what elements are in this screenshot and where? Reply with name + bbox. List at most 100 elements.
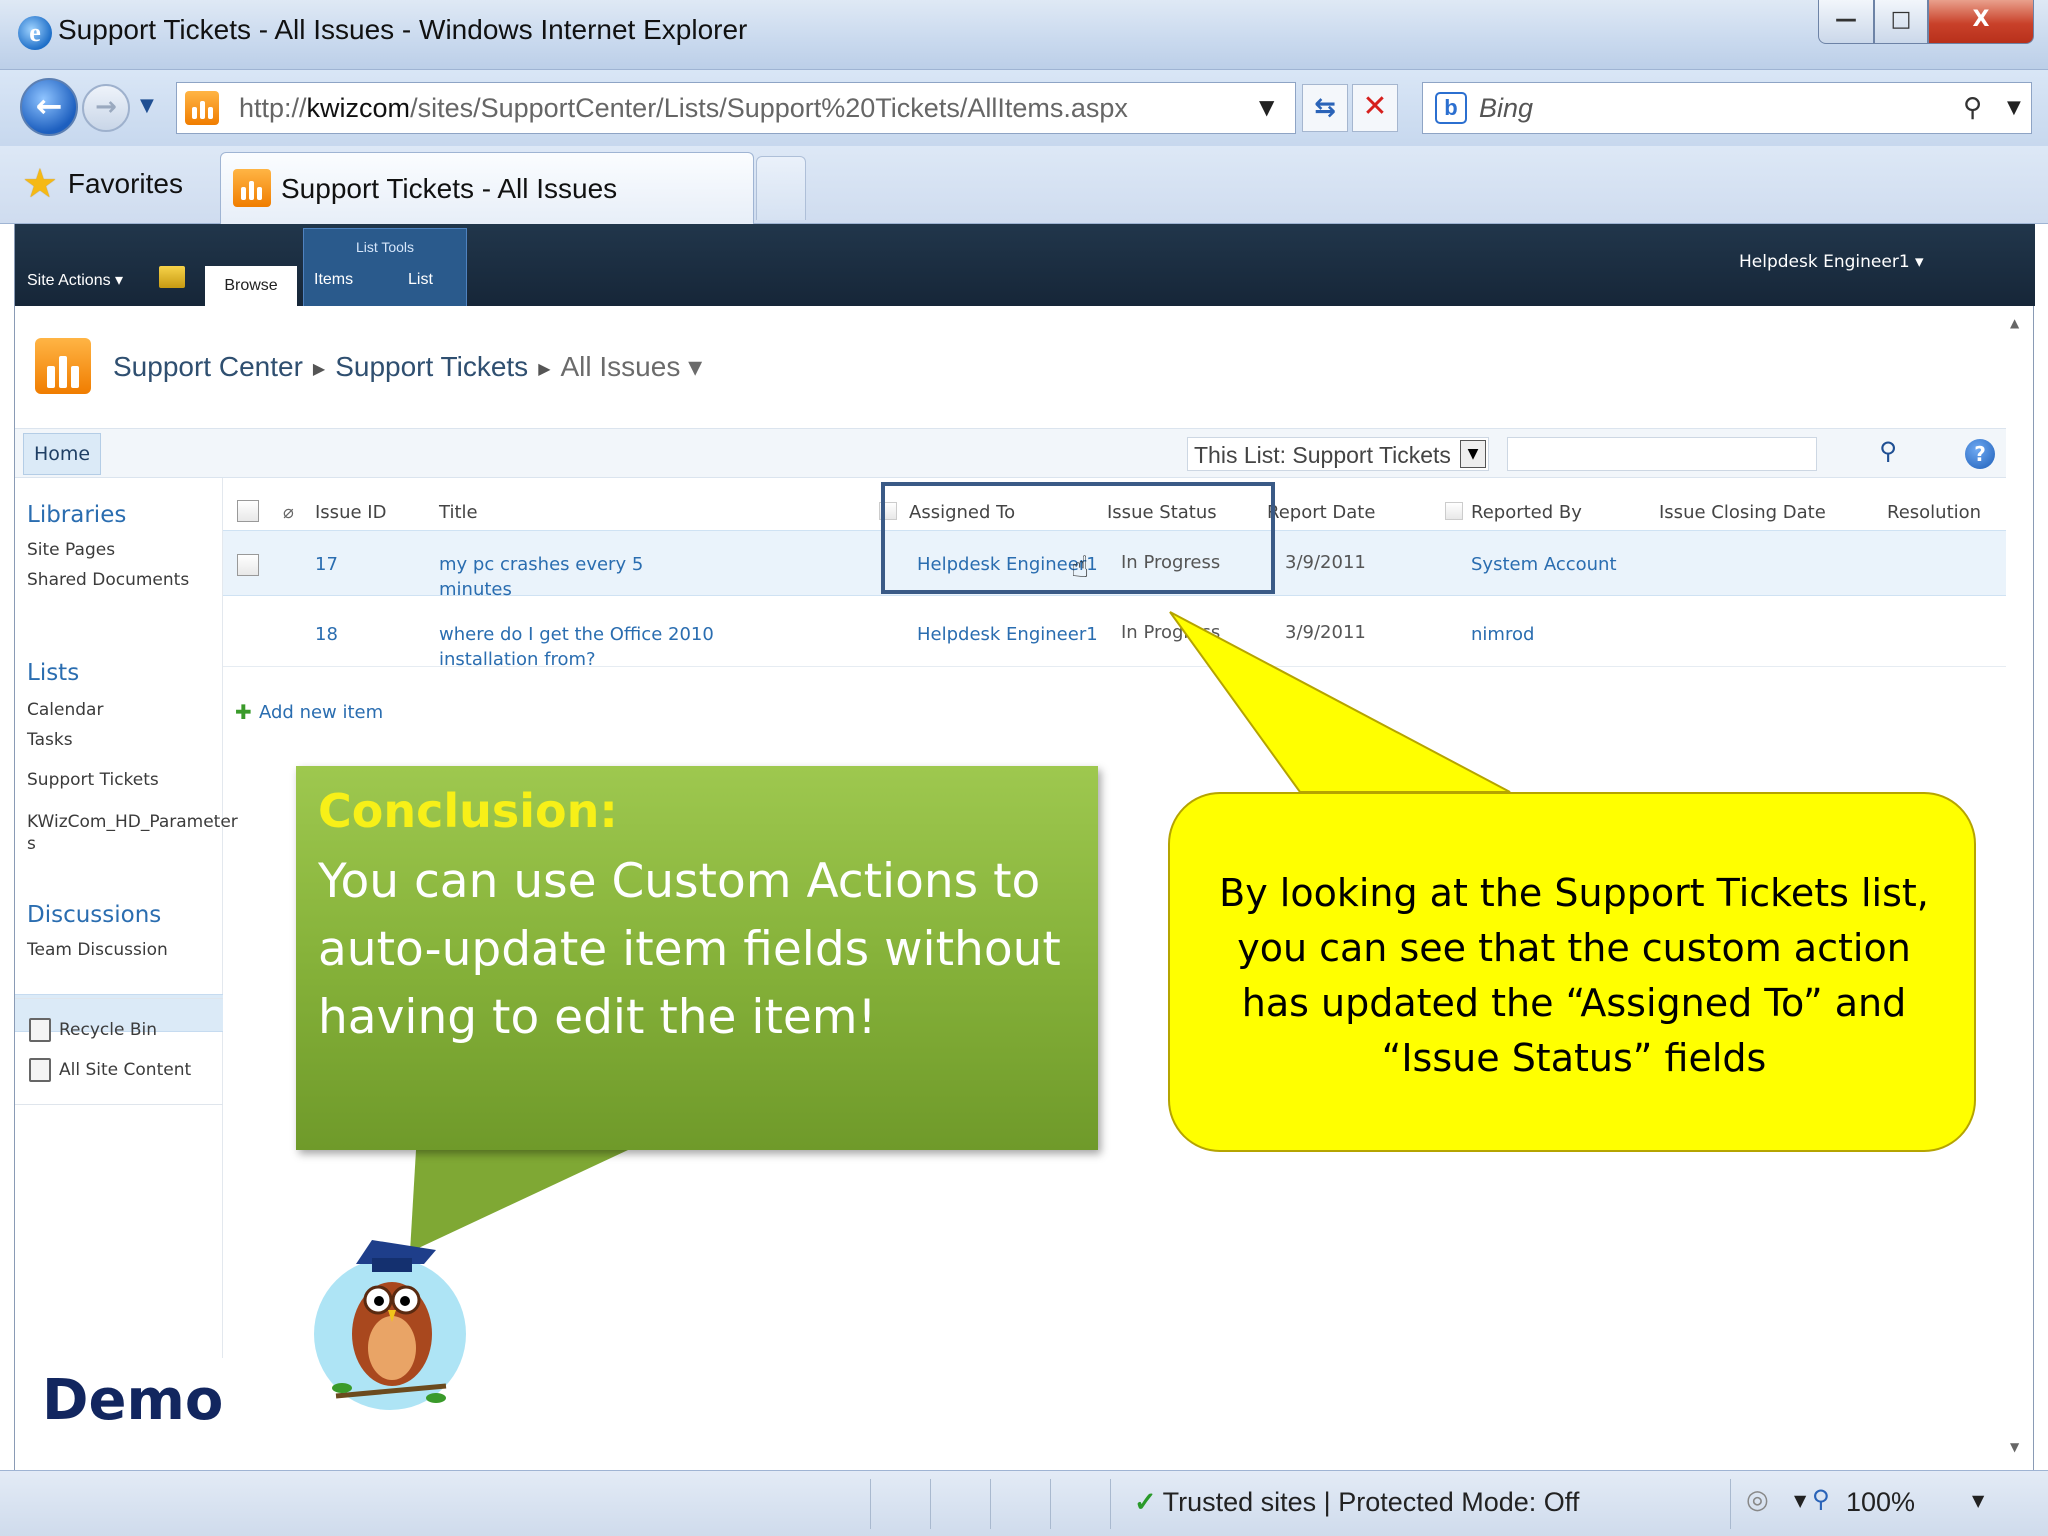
divider — [1110, 1479, 1111, 1529]
column-header-reported-by[interactable]: Reported By — [1471, 502, 1582, 523]
minimize-button[interactable]: — — [1818, 0, 1874, 44]
back-button[interactable]: ← — [20, 78, 78, 136]
add-icon: ✚ — [235, 700, 252, 724]
all-site-content-icon — [29, 1058, 51, 1082]
security-zone[interactable]: ✓ Trusted sites | Protected Mode: Off — [1134, 1487, 1579, 1518]
ql-item-calendar[interactable]: Calendar — [27, 700, 103, 720]
star-icon: ★ — [22, 161, 58, 207]
chevron-down-icon[interactable]: ▼ — [1794, 1491, 1806, 1510]
stop-button[interactable]: ✕ — [1352, 84, 1398, 132]
forward-button[interactable]: → — [82, 84, 130, 132]
select-all-checkbox[interactable] — [237, 500, 259, 522]
top-link-bar: Home This List: Support Tickets ▼ ⚲ ? — [15, 428, 2019, 478]
owl-pupil-right — [400, 1296, 410, 1306]
issue-id[interactable]: 17 — [315, 552, 338, 577]
attachment-icon: ⌀ — [283, 502, 294, 523]
new-tab-button[interactable] — [756, 156, 806, 220]
favorites-button[interactable]: ★ Favorites — [22, 160, 183, 208]
search-dropdown-icon[interactable]: ▼ — [2007, 97, 2021, 118]
window-title-bar: e Support Tickets - All Issues - Windows… — [0, 0, 2048, 70]
quick-launch: Libraries Site Pages Shared Documents Li… — [15, 478, 238, 1358]
site-search-input[interactable] — [1507, 437, 1817, 471]
column-filter-checkbox[interactable] — [1445, 502, 1463, 520]
search-scope-select[interactable]: This List: Support Tickets ▼ — [1187, 437, 1489, 471]
ql-item-team-discussion[interactable]: Team Discussion — [27, 940, 168, 960]
column-header-resolution[interactable]: Resolution — [1887, 502, 1981, 523]
owl-mascot-icon — [314, 1240, 466, 1410]
tab-home[interactable]: Home — [23, 433, 101, 475]
issue-status: In Progress — [1121, 622, 1221, 643]
breadcrumb-separator-icon: ▶ — [312, 360, 326, 378]
ql-item-support-tickets[interactable]: Support Tickets — [27, 770, 159, 790]
tab-browse[interactable]: Browse — [205, 266, 297, 306]
address-bar[interactable]: http://kwizcom/sites/SupportCenter/Lists… — [176, 82, 1296, 134]
breadcrumb-site[interactable]: Support Center — [113, 351, 303, 382]
navigate-up-icon[interactable] — [159, 266, 185, 288]
scroll-up-icon[interactable]: ▲ — [2010, 316, 2019, 330]
tab-support-tickets[interactable]: Support Tickets - All Issues — [220, 152, 754, 224]
recycle-bin-link[interactable]: Recycle Bin — [59, 1020, 157, 1040]
issue-title[interactable]: my pc crashes every 5 — [439, 552, 643, 577]
graduation-cap-base — [372, 1258, 412, 1272]
zoom-level[interactable]: 100% — [1846, 1487, 1915, 1518]
search-icon[interactable]: ⚲ — [1963, 93, 1982, 123]
close-button[interactable]: X — [1928, 0, 2034, 44]
list-tools-group: List Tools Items List — [303, 228, 467, 306]
ie-logo-icon: e — [18, 16, 52, 50]
explanation-callout: By looking at the Support Tickets list, … — [1168, 792, 1976, 1152]
ql-heading-discussions[interactable]: Discussions — [27, 902, 161, 928]
breadcrumb-list[interactable]: Support Tickets — [335, 351, 528, 382]
view-selector[interactable]: All Issues ▾ — [561, 351, 703, 382]
window-title: Support Tickets - All Issues - Windows I… — [58, 14, 748, 45]
page-scrollbar[interactable] — [2006, 310, 2026, 1470]
owl-pupil-left — [374, 1296, 384, 1306]
search-input[interactable]: b Bing ⚲ ▼ — [1422, 82, 2032, 134]
site-actions-menu[interactable]: Site Actions ▾ — [27, 270, 123, 290]
user-menu[interactable]: Helpdesk Engineer1 ▾ — [1739, 252, 1924, 272]
ql-item-tasks[interactable]: Tasks — [27, 730, 73, 750]
column-header-issue-closing-date[interactable]: Issue Closing Date — [1659, 502, 1826, 523]
search-icon[interactable]: ⚲ — [1873, 437, 1903, 471]
issue-title[interactable]: where do I get the Office 2010 — [439, 622, 714, 647]
row-checkbox[interactable] — [237, 554, 259, 576]
column-header-report-date[interactable]: Report Date — [1267, 502, 1375, 523]
tab-items[interactable]: Items — [314, 271, 353, 289]
ql-item-site-pages[interactable]: Site Pages — [27, 540, 115, 560]
ql-heading-libraries[interactable]: Libraries — [27, 502, 126, 528]
divider — [870, 1479, 871, 1529]
favorites-label: Favorites — [67, 168, 184, 199]
chevron-down-icon[interactable]: ▼ — [1460, 440, 1486, 468]
help-icon[interactable]: ? — [1965, 439, 1995, 469]
sharepoint-ribbon: Site Actions ▾ Browse List Tools Items L… — [15, 224, 2035, 306]
issue-title-wrap[interactable]: installation from? — [439, 647, 596, 672]
column-header-issue-id[interactable]: Issue ID — [315, 502, 386, 523]
scroll-down-icon[interactable]: ▼ — [2010, 1440, 2019, 1454]
refresh-button[interactable]: ⇆ — [1302, 84, 1348, 132]
tab-list[interactable]: List — [408, 271, 433, 289]
zoom-icon: ⚲ — [1812, 1485, 1830, 1513]
ql-item-shared-documents[interactable]: Shared Documents — [27, 570, 189, 590]
divider — [1730, 1479, 1731, 1529]
assigned-to[interactable]: Helpdesk Engineer1 — [917, 622, 1098, 647]
ql-item-kwizcom-hd-parameters-wrap[interactable]: s — [27, 834, 36, 854]
column-header-title[interactable]: Title — [439, 502, 478, 523]
reported-by[interactable]: System Account — [1471, 552, 1617, 577]
breadcrumb: Support Center ▶ Support Tickets ▶ All Issue… — [113, 350, 702, 383]
conclusion-body: You can use Custom Actions to auto-updat… — [318, 854, 1061, 1045]
recent-pages-dropdown-icon[interactable]: ▼ — [140, 92, 168, 120]
maximize-button[interactable]: □ — [1874, 0, 1928, 44]
reported-by[interactable]: nimrod — [1471, 622, 1534, 647]
owl-belly — [368, 1316, 416, 1380]
address-url[interactable]: http://kwizcom/sites/SupportCenter/Lists… — [239, 93, 1128, 124]
all-site-content-link[interactable]: All Site Content — [59, 1060, 191, 1080]
ql-item-kwizcom-hd-parameters[interactable]: KWizCom_HD_Parameter — [27, 812, 238, 832]
globe-icon[interactable]: ◎ — [1746, 1485, 1769, 1515]
site-logo[interactable] — [35, 338, 91, 394]
add-new-item-link[interactable]: Add new item — [259, 700, 383, 725]
issue-id[interactable]: 18 — [315, 622, 338, 647]
issue-title-wrap[interactable]: minutes — [439, 577, 512, 602]
address-dropdown-icon[interactable]: ▼ — [1259, 95, 1274, 119]
conclusion-callout: Conclusion: You can use Custom Actions t… — [296, 766, 1098, 1150]
chevron-down-icon[interactable]: ▼ — [1972, 1491, 1984, 1510]
ql-heading-lists[interactable]: Lists — [27, 660, 79, 686]
